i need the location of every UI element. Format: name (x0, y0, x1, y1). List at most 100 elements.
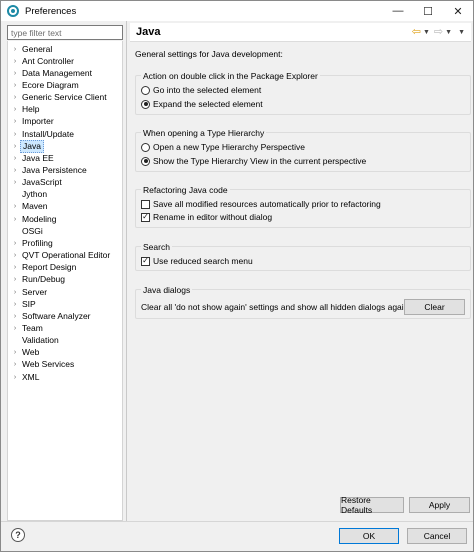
show-view-radio-option[interactable]: Show the Type Hierarchy View in the curr… (141, 155, 366, 167)
ok-button[interactable]: OK (339, 528, 399, 544)
forward-arrow-icon[interactable]: ⇨ (434, 26, 443, 38)
title-bar: Preferences — ☐ ✕ (1, 1, 473, 21)
expand-chevron-right-icon[interactable]: › (10, 286, 20, 298)
expand-chevron-right-icon[interactable]: › (10, 67, 20, 79)
minimize-button[interactable]: — (383, 1, 413, 21)
open-perspective-radio[interactable] (141, 142, 150, 152)
sidebar-item[interactable]: › Data Management (8, 67, 122, 79)
expand-chevron-right-icon[interactable]: › (10, 165, 20, 177)
view-menu-chevron-down-icon[interactable]: ▼ (458, 29, 465, 36)
search-group: Search ✓ Use reduced search menu (135, 242, 471, 271)
sidebar-item[interactable]: › Generic Service Client (8, 92, 122, 104)
sidebar-item-label: Ant Controller (22, 55, 74, 66)
expand-radio-option[interactable]: Expand the selected element (141, 98, 263, 110)
expand-chevron-right-icon[interactable]: › (10, 213, 20, 225)
expand-chevron-right-icon[interactable]: › (10, 79, 20, 91)
sidebar-item[interactable]: › JavaScript (8, 177, 122, 189)
sidebar-item[interactable]: › Java (8, 139, 122, 153)
save-resources-checkbox-option[interactable]: Save all modified resources automaticall… (141, 198, 381, 210)
sidebar-item[interactable]: › XML (8, 371, 122, 383)
clear-button[interactable]: Clear (404, 299, 465, 315)
sidebar-item[interactable]: › Web Services (8, 359, 122, 371)
sidebar-item-label: Jython (22, 189, 48, 200)
reduced-search-checkbox[interactable]: ✓ (141, 256, 150, 266)
rename-in-editor-checkbox-option[interactable]: ✓ Rename in editor without dialog (141, 211, 272, 223)
expand-chevron-right-icon[interactable]: › (10, 152, 20, 164)
page-navigation: ⇦ ▼ ⇨ ▼ ▼ (412, 26, 465, 38)
expand-chevron-right-icon[interactable]: › (10, 104, 20, 116)
sidebar-item[interactable]: › Modeling (8, 213, 122, 225)
expand-chevron-right-icon[interactable]: › (10, 140, 20, 152)
go-into-radio-option[interactable]: Go into the selected element (141, 84, 261, 96)
sidebar-item[interactable]: › Team (8, 322, 122, 334)
expand-chevron-right-icon[interactable]: › (10, 128, 20, 140)
sidebar-item[interactable]: Validation (8, 335, 122, 347)
sidebar-item[interactable]: › Run/Debug (8, 274, 122, 286)
sidebar-item[interactable]: › Ecore Diagram (8, 79, 122, 91)
rename-in-editor-label: Rename in editor without dialog (153, 212, 273, 222)
window-title: Preferences (25, 5, 77, 17)
sidebar-item-label: Ecore Diagram (22, 79, 79, 90)
expand-radio[interactable] (141, 99, 150, 109)
sidebar-item[interactable]: › Java EE (8, 152, 122, 164)
expand-chevron-right-icon[interactable]: › (10, 262, 20, 274)
expand-chevron-right-icon[interactable]: › (10, 55, 20, 67)
sidebar-item[interactable]: › Install/Update (8, 128, 122, 140)
expand-chevron-right-icon[interactable]: › (10, 201, 20, 213)
sidebar-item[interactable]: OSGi (8, 225, 122, 237)
sidebar-item-label: General (22, 43, 53, 54)
expand-chevron-right-icon[interactable]: › (10, 310, 20, 322)
sidebar-item-label: Install/Update (22, 128, 74, 139)
expand-chevron-right-icon[interactable]: › (10, 250, 20, 262)
expand-chevron-right-icon[interactable]: › (10, 116, 20, 128)
sidebar-item-label: Web Services (22, 359, 75, 370)
expand-chevron-right-icon[interactable]: › (10, 43, 20, 55)
expand-chevron-right-icon[interactable]: › (10, 274, 20, 286)
panel-splitter[interactable] (126, 21, 127, 521)
clear-dialogs-text: Clear all 'do not show again' settings a… (141, 302, 409, 312)
expand-chevron-right-icon[interactable]: › (10, 359, 20, 371)
back-arrow-icon[interactable]: ⇦ (412, 26, 421, 38)
sidebar-item[interactable]: › Server (8, 286, 122, 298)
expand-chevron-right-icon[interactable]: › (10, 322, 20, 334)
page-header: Java ⇦ ▼ ⇨ ▼ ▼ (130, 23, 471, 42)
expand-chevron-right-icon[interactable]: › (10, 92, 20, 104)
sidebar-item[interactable]: › Ant Controller (8, 55, 122, 67)
sidebar-item[interactable]: › Maven (8, 201, 122, 213)
show-view-label: Show the Type Hierarchy View in the curr… (153, 156, 367, 166)
save-resources-checkbox[interactable] (141, 199, 150, 209)
expand-chevron-right-icon[interactable]: › (10, 298, 20, 310)
close-button[interactable]: ✕ (443, 1, 473, 21)
sidebar-item[interactable]: › Java Persistence (8, 165, 122, 177)
expand-chevron-right-icon[interactable]: › (10, 237, 20, 249)
sidebar-item[interactable]: › SIP (8, 298, 122, 310)
sidebar-item[interactable]: › Report Design (8, 262, 122, 274)
back-history-chevron-down-icon[interactable]: ▼ (423, 29, 430, 36)
cancel-button[interactable]: Cancel (407, 528, 467, 544)
type-hierarchy-group: When opening a Type Hierarchy Open a new… (135, 128, 471, 172)
sidebar-item[interactable]: › General (8, 43, 122, 55)
rename-in-editor-checkbox[interactable]: ✓ (141, 212, 150, 222)
show-view-radio[interactable] (141, 156, 150, 166)
sidebar-item-label: Team (22, 322, 43, 333)
filter-input[interactable] (7, 25, 123, 40)
help-icon[interactable]: ? (11, 528, 25, 542)
sidebar-item[interactable]: › QVT Operational Editor (8, 250, 122, 262)
forward-history-chevron-down-icon[interactable]: ▼ (445, 29, 452, 36)
restore-defaults-button[interactable]: Restore Defaults (340, 495, 404, 515)
reduced-search-checkbox-option[interactable]: ✓ Use reduced search menu (141, 255, 253, 267)
sidebar-item[interactable]: › Web (8, 347, 122, 359)
sidebar-item[interactable]: Jython (8, 189, 122, 201)
sidebar-item-label: Generic Service Client (22, 92, 107, 103)
expand-chevron-right-icon[interactable]: › (10, 371, 20, 383)
sidebar-item[interactable]: › Help (8, 104, 122, 116)
expand-chevron-right-icon[interactable]: › (10, 347, 20, 359)
sidebar-item[interactable]: › Software Analyzer (8, 310, 122, 322)
open-perspective-radio-option[interactable]: Open a new Type Hierarchy Perspective (141, 141, 305, 153)
sidebar-item[interactable]: › Importer (8, 116, 122, 128)
go-into-radio[interactable] (141, 85, 150, 95)
sidebar-item[interactable]: › Profiling (8, 237, 122, 249)
expand-chevron-right-icon[interactable]: › (10, 177, 20, 189)
apply-button[interactable]: Apply (409, 497, 470, 513)
maximize-button[interactable]: ☐ (413, 1, 443, 21)
